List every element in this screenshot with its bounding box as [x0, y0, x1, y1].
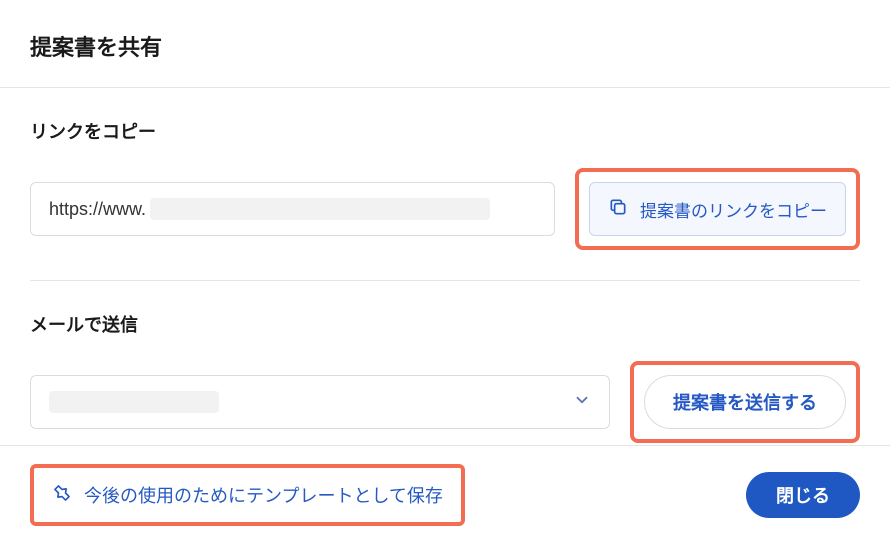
link-url-redacted: [150, 198, 490, 220]
modal-title: 提案書を共有: [30, 30, 860, 62]
pin-icon: [52, 483, 72, 508]
modal-header: 提案書を共有: [0, 0, 890, 88]
modal-footer: 今後の使用のためにテンプレートとして保存 閉じる: [0, 445, 890, 544]
link-url-value: https://www.: [49, 199, 146, 220]
copy-link-section: リンクをコピー https://www. 提案書のリンクをコピー: [30, 88, 860, 280]
send-button-highlight: 提案書を送信する: [630, 361, 860, 443]
save-template-highlight: 今後の使用のためにテンプレートとして保存: [30, 464, 465, 526]
copy-link-button[interactable]: 提案書のリンクをコピー: [589, 182, 846, 236]
close-button[interactable]: 閉じる: [746, 472, 860, 518]
copy-link-title: リンクをコピー: [30, 118, 860, 144]
share-proposal-modal: 提案書を共有 リンクをコピー https://www.: [0, 0, 890, 544]
recipient-redacted: [49, 391, 219, 413]
copy-link-label: 提案書のリンクをコピー: [640, 197, 827, 222]
link-url-input[interactable]: https://www.: [30, 182, 555, 236]
send-proposal-label: 提案書を送信する: [673, 389, 817, 415]
copy-link-highlight: 提案書のリンクをコピー: [575, 168, 860, 250]
recipient-select[interactable]: [30, 375, 610, 429]
close-label: 閉じる: [776, 486, 830, 506]
send-proposal-button[interactable]: 提案書を送信する: [644, 375, 846, 429]
save-template-button[interactable]: 今後の使用のためにテンプレートとして保存: [40, 474, 455, 516]
chevron-down-icon: [573, 391, 591, 414]
send-email-title: メールで送信: [30, 311, 860, 337]
copy-icon: [608, 197, 628, 222]
save-template-label: 今後の使用のためにテンプレートとして保存: [84, 482, 443, 508]
copy-link-row: https://www. 提案書のリンクをコピー: [30, 168, 860, 250]
send-email-row: 提案書を送信する: [30, 361, 860, 443]
send-email-section: メールで送信 提案書を送信する: [30, 280, 860, 445]
modal-content: リンクをコピー https://www. 提案書のリンクをコピー: [0, 88, 890, 445]
